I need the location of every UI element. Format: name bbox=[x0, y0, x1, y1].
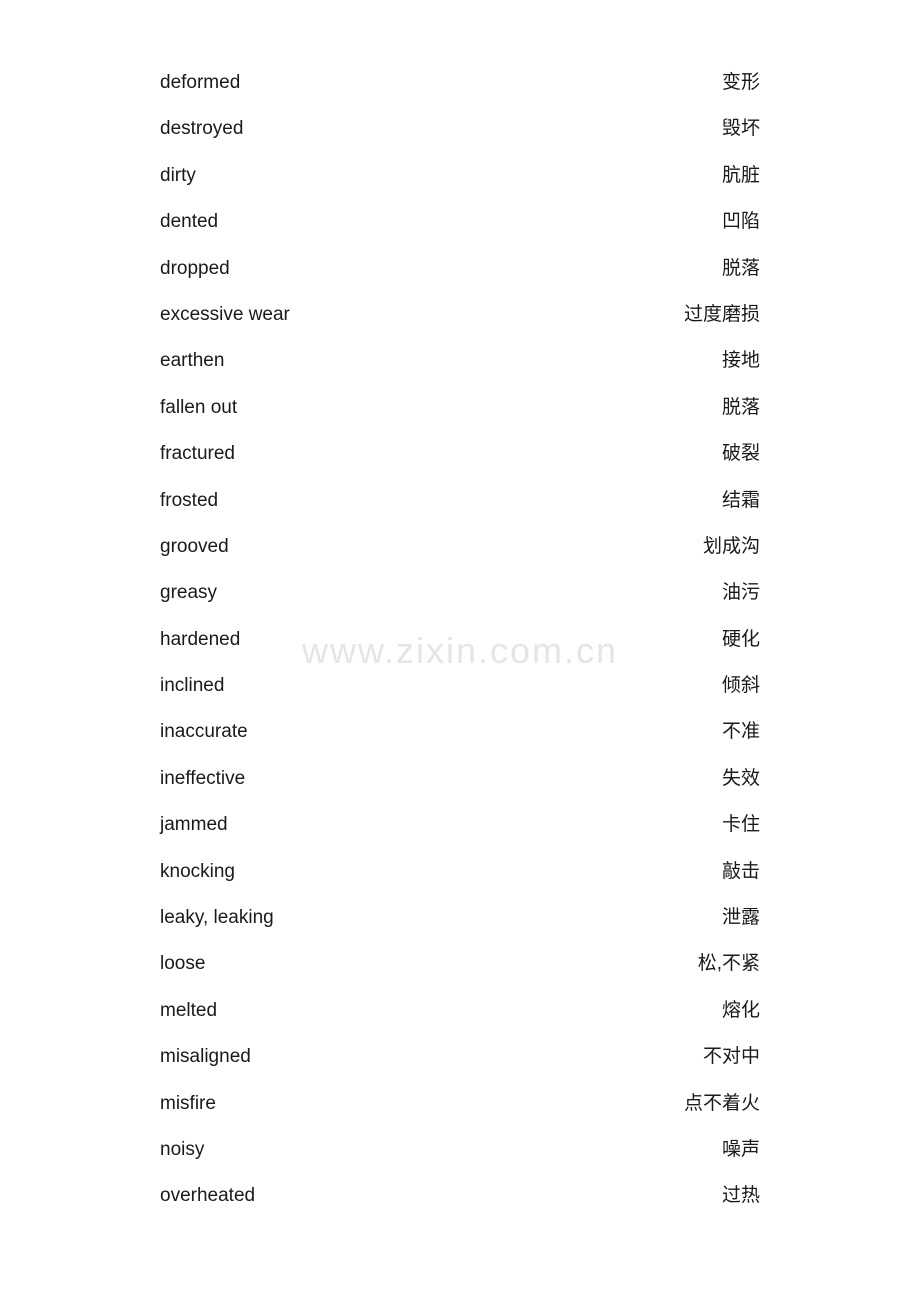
english-word: dropped bbox=[160, 254, 360, 284]
english-word: excessive wear bbox=[160, 300, 360, 330]
list-item: leaky, leaking 泄露 bbox=[160, 895, 760, 941]
english-word: fractured bbox=[160, 439, 360, 469]
chinese-translation: 卡住 bbox=[722, 810, 760, 840]
list-item: destroyed 毁坏 bbox=[160, 106, 760, 152]
english-word: ineffective bbox=[160, 764, 360, 794]
english-word: fallen out bbox=[160, 393, 360, 423]
chinese-translation: 毁坏 bbox=[722, 114, 760, 144]
list-item: misfire 点不着火 bbox=[160, 1081, 760, 1127]
english-word: deformed bbox=[160, 68, 360, 98]
list-item: inaccurate 不准 bbox=[160, 709, 760, 755]
english-word: leaky, leaking bbox=[160, 903, 360, 933]
chinese-translation: 倾斜 bbox=[722, 671, 760, 701]
list-item: noisy 噪声 bbox=[160, 1127, 760, 1173]
list-item: fallen out 脱落 bbox=[160, 385, 760, 431]
chinese-translation: 硬化 bbox=[722, 625, 760, 655]
list-item: earthen 接地 bbox=[160, 338, 760, 384]
english-word: inaccurate bbox=[160, 717, 360, 747]
list-item: overheated 过热 bbox=[160, 1173, 760, 1219]
english-word: jammed bbox=[160, 810, 360, 840]
english-word: knocking bbox=[160, 857, 360, 887]
chinese-translation: 噪声 bbox=[722, 1135, 760, 1165]
english-word: dented bbox=[160, 207, 360, 237]
chinese-translation: 结霜 bbox=[722, 486, 760, 516]
list-item: dropped 脱落 bbox=[160, 246, 760, 292]
chinese-translation: 凹陷 bbox=[722, 207, 760, 237]
list-item: frosted 结霜 bbox=[160, 478, 760, 524]
chinese-translation: 肮脏 bbox=[722, 161, 760, 191]
english-word: loose bbox=[160, 949, 360, 979]
chinese-translation: 不准 bbox=[722, 717, 760, 747]
list-item: melted 熔化 bbox=[160, 988, 760, 1034]
english-word: melted bbox=[160, 996, 360, 1026]
english-word: misfire bbox=[160, 1089, 360, 1119]
chinese-translation: 脱落 bbox=[722, 254, 760, 284]
chinese-translation: 点不着火 bbox=[684, 1089, 760, 1119]
list-item: excessive wear 过度磨损 bbox=[160, 292, 760, 338]
chinese-translation: 脱落 bbox=[722, 393, 760, 423]
chinese-translation: 变形 bbox=[722, 68, 760, 98]
word-list: deformed 变形 destroyed 毁坏 dirty 肮脏 dented 凹陷 drop… bbox=[160, 60, 760, 1220]
english-word: earthen bbox=[160, 346, 360, 376]
english-word: greasy bbox=[160, 578, 360, 608]
list-item: deformed 变形 bbox=[160, 60, 760, 106]
list-item: hardened 硬化 bbox=[160, 617, 760, 663]
chinese-translation: 松,不紧 bbox=[698, 949, 760, 979]
chinese-translation: 接地 bbox=[722, 346, 760, 376]
english-word: grooved bbox=[160, 532, 360, 562]
chinese-translation: 过度磨损 bbox=[684, 300, 760, 330]
list-item: dented 凹陷 bbox=[160, 199, 760, 245]
chinese-translation: 失效 bbox=[722, 764, 760, 794]
english-word: dirty bbox=[160, 161, 360, 191]
chinese-translation: 油污 bbox=[722, 578, 760, 608]
english-word: frosted bbox=[160, 486, 360, 516]
list-item: jammed 卡住 bbox=[160, 802, 760, 848]
list-item: grooved 划成沟 bbox=[160, 524, 760, 570]
list-item: fractured 破裂 bbox=[160, 431, 760, 477]
chinese-translation: 泄露 bbox=[722, 903, 760, 933]
chinese-translation: 熔化 bbox=[722, 996, 760, 1026]
chinese-translation: 过热 bbox=[722, 1181, 760, 1211]
english-word: noisy bbox=[160, 1135, 360, 1165]
chinese-translation: 划成沟 bbox=[703, 532, 760, 562]
list-item: greasy 油污 bbox=[160, 570, 760, 616]
english-word: hardened bbox=[160, 625, 360, 655]
english-word: destroyed bbox=[160, 114, 360, 144]
list-item: inclined 倾斜 bbox=[160, 663, 760, 709]
list-item: dirty 肮脏 bbox=[160, 153, 760, 199]
main-content: deformed 变形 destroyed 毁坏 dirty 肮脏 dented 凹陷 drop… bbox=[0, 0, 920, 1280]
list-item: ineffective 失效 bbox=[160, 756, 760, 802]
list-item: knocking 敲击 bbox=[160, 849, 760, 895]
list-item: loose 松,不紧 bbox=[160, 941, 760, 987]
chinese-translation: 不对中 bbox=[703, 1042, 760, 1072]
english-word: misaligned bbox=[160, 1042, 360, 1072]
list-item: misaligned 不对中 bbox=[160, 1034, 760, 1080]
english-word: overheated bbox=[160, 1181, 360, 1211]
chinese-translation: 敲击 bbox=[722, 857, 760, 887]
english-word: inclined bbox=[160, 671, 360, 701]
chinese-translation: 破裂 bbox=[722, 439, 760, 469]
